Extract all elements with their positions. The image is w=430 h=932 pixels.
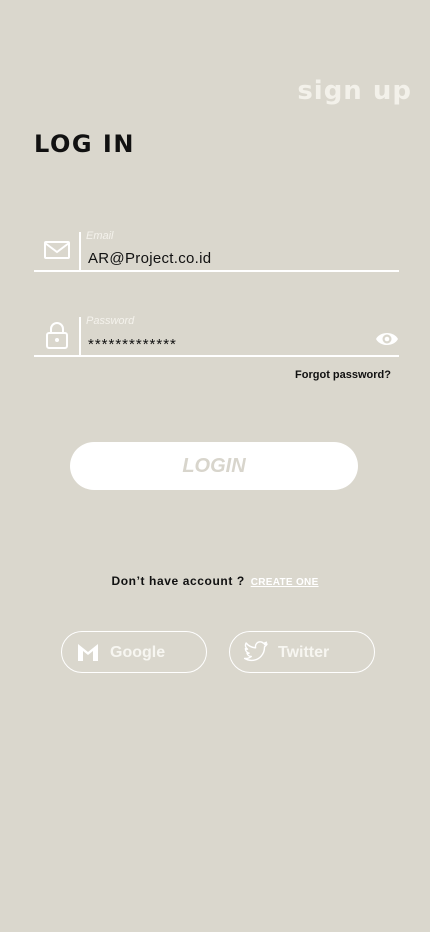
signup-prompt: Don’t have account ? CREATE ONE: [0, 574, 430, 588]
password-field[interactable]: Password *************: [34, 315, 399, 357]
page-title: LOG IN: [34, 130, 135, 158]
twitter-label: Twitter: [278, 644, 330, 661]
twitter-login-button[interactable]: Twitter: [229, 631, 375, 673]
create-account-link[interactable]: CREATE ONE: [251, 577, 319, 588]
email-input[interactable]: AR@Project.co.id: [88, 250, 211, 267]
twitter-bird-icon: [243, 641, 268, 663]
lock-icon: [43, 321, 71, 349]
eye-icon[interactable]: [375, 329, 399, 349]
email-field[interactable]: Email AR@Project.co.id: [34, 230, 399, 272]
email-field-divider: [79, 232, 81, 270]
google-label: Google: [110, 644, 166, 661]
mail-icon: [43, 236, 71, 264]
password-input[interactable]: *************: [88, 336, 177, 353]
email-label: Email: [86, 230, 114, 242]
signup-link[interactable]: sign up: [297, 76, 412, 106]
google-login-button[interactable]: Google: [61, 631, 207, 673]
forgot-password-link[interactable]: Forgot password?: [295, 369, 391, 381]
password-label: Password: [86, 315, 135, 327]
gmail-icon: [76, 641, 100, 663]
login-button[interactable]: LOGIN: [70, 442, 358, 490]
password-field-divider: [79, 317, 81, 355]
signup-prompt-text: Don’t have account ?: [111, 574, 245, 588]
